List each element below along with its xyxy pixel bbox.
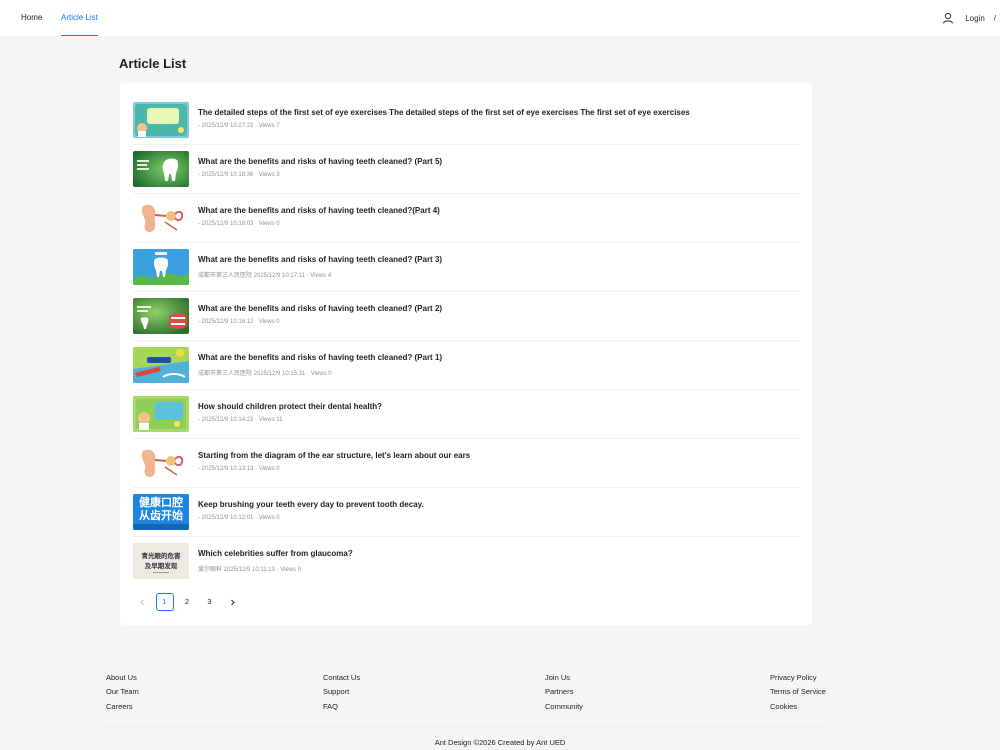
article-item[interactable]: What are the benefits and risks of havin… bbox=[133, 194, 799, 243]
article-thumbnail[interactable]: 健康口腔 从齿开始 bbox=[133, 494, 189, 530]
article-thumbnail[interactable] bbox=[133, 200, 189, 236]
article-title[interactable]: What are the benefits and risks of havin… bbox=[198, 353, 442, 362]
footer-link-our-team[interactable]: Our Team bbox=[106, 686, 139, 700]
pagination-page-2[interactable]: 2 bbox=[178, 593, 196, 611]
footer-link-about-us[interactable]: About Us bbox=[106, 672, 139, 686]
article-item[interactable]: What are the benefits and risks of havin… bbox=[133, 243, 799, 292]
footer-link-privacy-policy[interactable]: Privacy Policy bbox=[770, 672, 826, 686]
article-meta: 爱尔眼科 2025/12/9 10:11:13 · Views 0 bbox=[198, 567, 302, 573]
article-title[interactable]: What are the benefits and risks of havin… bbox=[198, 157, 442, 166]
article-meta: - 2025/12/9 10:12:01 · Views 0 bbox=[198, 515, 280, 521]
article-item[interactable]: What are the benefits and risks of havin… bbox=[133, 292, 799, 341]
pagination-page-3[interactable]: 3 bbox=[201, 593, 219, 611]
article-title[interactable]: What are the benefits and risks of havin… bbox=[198, 304, 442, 313]
thumbnail-caption: 及早期发现 bbox=[144, 562, 178, 570]
article-title[interactable]: How should children protect their dental… bbox=[198, 402, 382, 411]
article-title[interactable]: Starting from the diagram of the ear str… bbox=[198, 451, 470, 460]
article-title[interactable]: What are the benefits and risks of havin… bbox=[198, 206, 440, 215]
article-thumbnail[interactable] bbox=[133, 445, 189, 481]
footer-link-partners[interactable]: Partners bbox=[545, 686, 583, 700]
article-thumbnail[interactable] bbox=[133, 151, 189, 187]
footer-column-contact: Contact Us Support FAQ bbox=[323, 672, 360, 715]
article-thumbnail[interactable] bbox=[133, 298, 189, 334]
user-icon[interactable] bbox=[942, 12, 954, 24]
article-meta: - 2025/12/9 10:16:12 · Views 0 bbox=[198, 319, 280, 325]
copyright-text: Ant Design ©2026 Created by Ant UED bbox=[434, 738, 566, 747]
footer-link-faq[interactable]: FAQ bbox=[323, 701, 360, 715]
footer-divider bbox=[106, 726, 827, 727]
article-title[interactable]: What are the benefits and risks of havin… bbox=[198, 255, 442, 264]
nav-home[interactable]: Home bbox=[21, 0, 42, 36]
footer-link-careers[interactable]: Careers bbox=[106, 701, 139, 715]
article-item[interactable]: What are the benefits and risks of havin… bbox=[133, 145, 799, 194]
pagination-prev-button[interactable] bbox=[133, 593, 151, 611]
article-title[interactable]: The detailed steps of the first set of e… bbox=[198, 108, 690, 117]
article-item[interactable]: Starting from the diagram of the ear str… bbox=[133, 439, 799, 488]
footer-link-community[interactable]: Community bbox=[545, 701, 583, 715]
thumbnail-caption: 从齿开始 bbox=[139, 509, 183, 522]
article-title[interactable]: Which celebrities suffer from glaucoma? bbox=[198, 549, 353, 558]
thumbnail-caption: 健康口腔 bbox=[139, 496, 183, 509]
user-area: Login / bbox=[942, 0, 996, 36]
footer-link-contact-us[interactable]: Contact Us bbox=[323, 672, 360, 686]
article-thumbnail[interactable]: 青光眼的危害 及早期发现 bbox=[133, 543, 189, 579]
article-item[interactable]: 青光眼的危害 及早期发现 Which celebrities suffer fr… bbox=[133, 537, 799, 586]
article-meta: 成都市第三人民医院 2025/12/9 10:17:11 · Views 4 bbox=[198, 273, 332, 279]
article-thumbnail[interactable] bbox=[133, 102, 189, 138]
article-meta: - 2025/12/9 10:13:13 · Views 0 bbox=[198, 466, 280, 472]
footer-column-community: Join Us Partners Community bbox=[545, 672, 583, 715]
article-meta: - 2025/12/9 10:18:36 · Views 3 bbox=[198, 172, 280, 178]
top-nav-bar: Home Article List Login / bbox=[0, 0, 1000, 36]
article-meta: - 2025/12/9 10:14:23 · Views 11 bbox=[198, 417, 283, 423]
footer-link-cookies[interactable]: Cookies bbox=[770, 701, 826, 715]
article-meta: - 2025/12/9 10:27:23 · Views 7 bbox=[198, 123, 280, 129]
article-thumbnail[interactable] bbox=[133, 347, 189, 383]
nav-article-list[interactable]: Article List bbox=[61, 0, 98, 36]
login-link[interactable]: Login bbox=[965, 14, 985, 23]
article-title[interactable]: Keep brushing your teeth every day to pr… bbox=[198, 500, 424, 509]
footer-link-terms-of-service[interactable]: Terms of Service bbox=[770, 686, 826, 700]
pagination-next-button[interactable] bbox=[223, 593, 241, 611]
chevron-left-icon bbox=[139, 597, 146, 606]
article-meta: - 2025/12/9 10:18:03 · Views 0 bbox=[198, 221, 280, 227]
thumbnail-caption: 青光眼的危害 bbox=[141, 552, 181, 560]
article-item[interactable]: The detailed steps of the first set of e… bbox=[133, 96, 799, 145]
footer-link-support[interactable]: Support bbox=[323, 686, 360, 700]
article-item[interactable]: What are the benefits and risks of havin… bbox=[133, 341, 799, 390]
login-separator: / bbox=[993, 13, 996, 23]
pagination-page-1[interactable]: 1 bbox=[155, 593, 174, 611]
footer-link-join-us[interactable]: Join Us bbox=[545, 672, 583, 686]
chevron-right-icon bbox=[229, 597, 236, 606]
page-title: Article List bbox=[119, 56, 187, 71]
footer-column-legal: Privacy Policy Terms of Service Cookies bbox=[770, 672, 826, 715]
article-thumbnail[interactable] bbox=[133, 249, 189, 285]
article-item[interactable]: How should children protect their dental… bbox=[133, 390, 799, 439]
article-thumbnail[interactable] bbox=[133, 396, 189, 432]
pagination: 1 2 3 bbox=[133, 593, 246, 611]
thumbnail-decoration bbox=[153, 572, 169, 573]
article-item[interactable]: 健康口腔 从齿开始 Keep brushing your teeth every… bbox=[133, 488, 799, 537]
article-meta: 成都市第三人民医院 2025/12/9 10:15:31 · Views 0 bbox=[198, 371, 332, 377]
footer-column-about: About Us Our Team Careers bbox=[106, 672, 139, 715]
article-list-card: The detailed steps of the first set of e… bbox=[120, 83, 812, 625]
